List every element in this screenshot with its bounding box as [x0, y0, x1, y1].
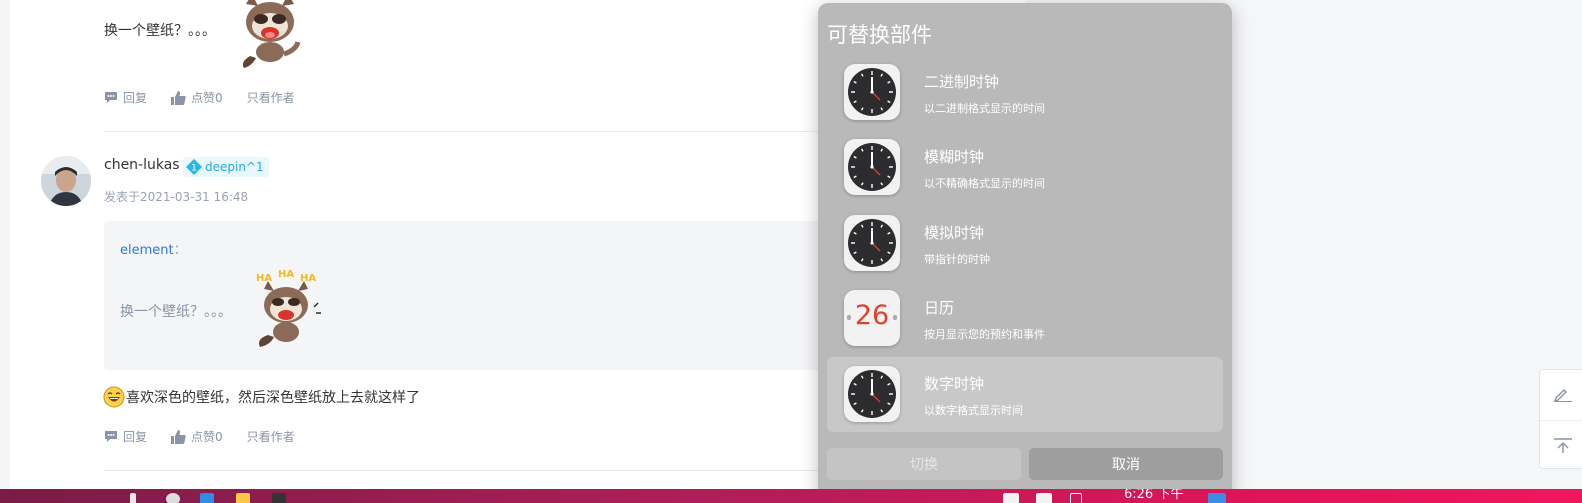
- back-to-top-icon: [1553, 437, 1572, 453]
- clock-icon: [844, 366, 900, 422]
- like-label: 点赞0: [191, 430, 223, 444]
- raccoon-sticker: H A: [230, 0, 310, 72]
- taskbar-clock[interactable]: 6:26 下午: [1124, 489, 1183, 502]
- widget-description: 以二进制格式显示的时间: [924, 102, 1045, 115]
- reply-label: 回复: [123, 430, 148, 444]
- widget-item-calendar[interactable]: 26 日历 按月显示您的预约和事件: [827, 281, 1223, 356]
- post-text: 换一个壁纸？。。。: [104, 23, 216, 39]
- username[interactable]: chen-lukas: [104, 157, 180, 173]
- svg-text:HA: HA: [278, 269, 294, 280]
- quote-author-link[interactable]: element: [120, 243, 174, 258]
- switch-button[interactable]: 切换: [827, 448, 1021, 480]
- level-badge: 1 deepin^1: [183, 157, 269, 177]
- author-only-button[interactable]: 只看作者: [247, 428, 295, 445]
- svg-text:H: H: [238, 0, 244, 2]
- reply-text-line: 喜欢深色的壁纸，然后深色壁纸放上去就这样了: [103, 386, 420, 408]
- clock-icon: [844, 64, 900, 120]
- edit-tool-button[interactable]: [1540, 370, 1582, 420]
- svg-text:A: A: [292, 0, 298, 2]
- diamond-icon: 1: [186, 159, 202, 175]
- clock-icon: [844, 139, 900, 195]
- volume-icon[interactable]: [1070, 493, 1082, 503]
- svg-text:HA: HA: [256, 273, 272, 284]
- widget-name: 数字时钟: [924, 375, 985, 393]
- thumbs-up-icon: [171, 90, 186, 105]
- notification-icon[interactable]: [1003, 493, 1019, 503]
- like-button[interactable]: 点赞0: [171, 428, 223, 445]
- thumbs-up-icon: [171, 429, 186, 444]
- raccoon-sticker: HA HA HA: [246, 267, 326, 351]
- svg-text:HA: HA: [300, 273, 316, 284]
- taskbar: 6:26 下午: [0, 489, 1582, 503]
- file-manager-icon[interactable]: [200, 493, 214, 503]
- comment-icon: [104, 430, 118, 443]
- reply-button[interactable]: 回复: [104, 89, 147, 106]
- quote-author: element：: [120, 239, 187, 258]
- post-actions: 回复 点赞0 只看作者: [104, 89, 319, 106]
- terminal-icon[interactable]: [272, 493, 286, 503]
- quote-colon: ：: [173, 243, 187, 258]
- badge-name: deepin^1: [205, 160, 264, 174]
- dialog-title: 可替换部件: [827, 23, 932, 47]
- replace-widget-dialog: 可替换部件 二进制时钟 以二进制格式显示的时间 模糊时钟 以不精确格式显示的时间…: [818, 3, 1232, 503]
- floating-toolbar: [1539, 369, 1582, 469]
- widget-item-digital-clock[interactable]: 数字时钟 以数字格式显示时间: [827, 357, 1223, 432]
- post-time: 发表于2021-03-31 16:48: [104, 190, 249, 204]
- reply-label: 回复: [123, 91, 148, 105]
- widget-description: 以不精确格式显示的时间: [924, 177, 1045, 190]
- author-only-label: 只看作者: [246, 91, 295, 105]
- reply-text: 喜欢深色的壁纸，然后深色壁纸放上去就这样了: [126, 390, 420, 406]
- calendar-icon: 26: [844, 290, 900, 346]
- badge-level: 1: [191, 164, 197, 174]
- widget-item-fuzzy-clock[interactable]: 模糊时钟 以不精确格式显示的时间: [827, 130, 1223, 205]
- widget-description: 按月显示您的预约和事件: [924, 328, 1045, 341]
- widget-name: 模拟时钟: [924, 224, 985, 242]
- reply-button[interactable]: 回复: [104, 428, 147, 445]
- network-icon[interactable]: [1036, 493, 1052, 503]
- back-to-top-button[interactable]: [1540, 420, 1582, 470]
- avatar[interactable]: [41, 156, 91, 206]
- quote-text: 换一个壁纸？。。。: [120, 304, 232, 320]
- edit-icon: [1553, 389, 1572, 402]
- widget-description: 以数字格式显示时间: [924, 404, 1023, 417]
- calendar-day: 26: [854, 300, 890, 331]
- laughing-emoji-icon: [103, 386, 125, 408]
- author-only-button[interactable]: 只看作者: [247, 89, 295, 106]
- widget-name: 日历: [924, 299, 955, 317]
- widget-name: 二进制时钟: [924, 73, 1000, 91]
- post-actions: 回复 点赞0 只看作者: [104, 428, 319, 445]
- clock-icon: [844, 215, 900, 271]
- author-only-label: 只看作者: [246, 430, 295, 444]
- widget-item-binary-clock[interactable]: 二进制时钟 以二进制格式显示的时间: [827, 55, 1223, 130]
- app-store-icon[interactable]: [236, 493, 250, 503]
- like-button[interactable]: 点赞0: [171, 89, 223, 106]
- widget-name: 模糊时钟: [924, 148, 985, 166]
- cancel-button[interactable]: 取消: [1029, 448, 1223, 480]
- tray-icon[interactable]: [1208, 493, 1226, 503]
- like-label: 点赞0: [191, 91, 223, 105]
- browser-icon[interactable]: [166, 493, 180, 503]
- widget-description: 带指针的时钟: [924, 253, 990, 266]
- widget-item-analog-clock[interactable]: 模拟时钟 带指针的时钟: [827, 206, 1223, 281]
- comment-icon: [104, 91, 118, 104]
- launcher-icon[interactable]: [130, 493, 136, 503]
